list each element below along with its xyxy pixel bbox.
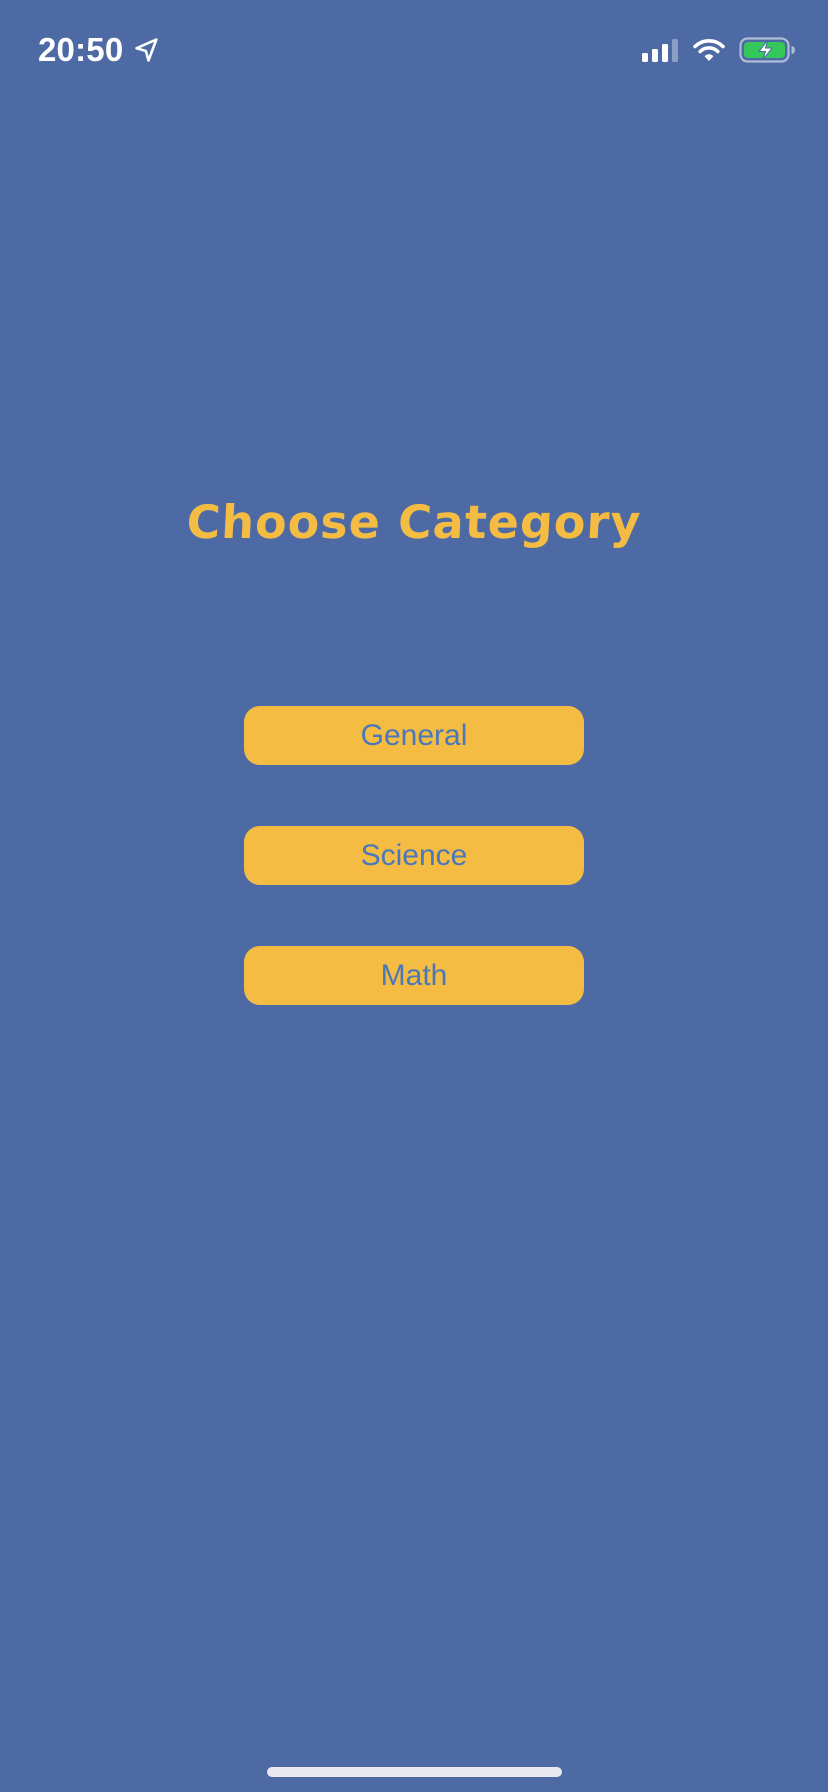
wifi-icon	[693, 39, 725, 61]
category-general-button[interactable]: General	[244, 706, 584, 765]
cellular-signal-icon	[642, 39, 678, 62]
status-bar: 20:50	[0, 0, 828, 100]
battery-charging-icon	[739, 37, 795, 63]
status-indicators	[641, 34, 795, 66]
category-list: General Science Math	[244, 706, 584, 1066]
category-math-button[interactable]: Math	[244, 946, 584, 1005]
home-indicator[interactable]	[267, 1767, 562, 1777]
status-time-group: 20:50	[38, 28, 161, 72]
page-title: Choose Category	[185, 495, 643, 549]
category-science-button[interactable]: Science	[244, 826, 584, 885]
status-time: 20:50	[38, 31, 124, 68]
location-arrow-icon	[135, 38, 159, 62]
